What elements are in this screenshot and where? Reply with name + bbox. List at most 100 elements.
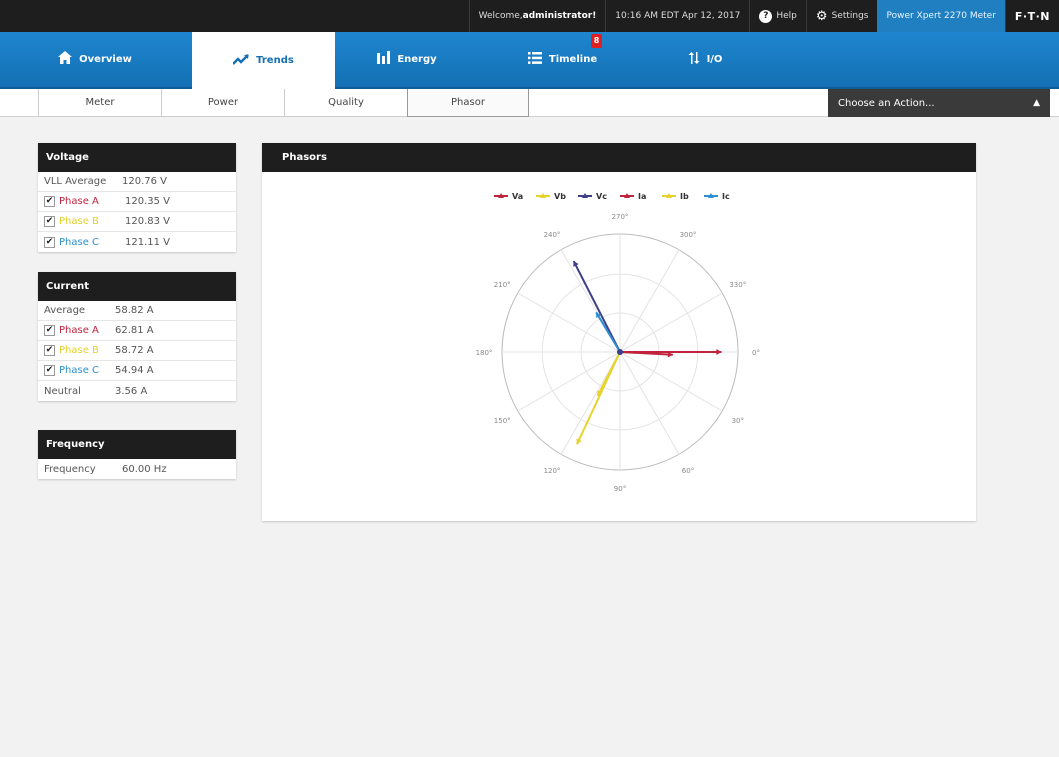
up-down-arrows-icon — [688, 51, 700, 68]
voltage-phase-a-checkbox[interactable]: ✔ — [44, 196, 55, 207]
current-panel: Current Average 58.82 A ✔ Phase A 62.81 … — [38, 272, 236, 401]
top-bar: Welcome, administrator! 10:16 AM EDT Apr… — [0, 0, 1059, 32]
nav-trends[interactable]: Trends — [192, 32, 335, 89]
voltage-title: Voltage — [38, 143, 236, 172]
current-title: Current — [38, 272, 236, 301]
phasors-title: Phasors — [262, 143, 976, 172]
tab-power[interactable]: Power — [161, 89, 285, 117]
legend-item-vc[interactable]: Vc — [578, 192, 607, 201]
angle-tick-label: 300° — [680, 231, 697, 239]
voltage-phase-c-row: ✔ Phase C 121.11 V — [38, 232, 236, 252]
device-name[interactable]: Power Xpert 2270 Meter — [877, 0, 1005, 32]
voltage-phase-a-row: ✔ Phase A 120.35 V — [38, 192, 236, 212]
settings-link[interactable]: ⚙ Settings — [805, 0, 878, 32]
sub-nav: Meter Power Quality Phasor Choose an Act… — [0, 89, 1059, 117]
voltage-panel: Voltage VLL Average 120.76 V ✔ Phase A 1… — [38, 143, 236, 252]
question-circle-icon: ? — [759, 9, 773, 23]
legend-label: Ib — [680, 192, 689, 201]
angle-tick-label: 150° — [494, 417, 511, 425]
current-phase-b-value: 58.72 A — [115, 345, 154, 356]
legend-item-va[interactable]: Va — [494, 192, 523, 201]
current-neutral-label: Neutral — [44, 385, 81, 397]
frequency-title: Frequency — [38, 430, 236, 459]
select-caret-icon: ▲ — [1033, 98, 1040, 108]
tab-meter[interactable]: Meter — [38, 89, 162, 117]
nav-overview-label: Overview — [79, 54, 132, 65]
welcome-text: Welcome, administrator! — [468, 0, 606, 32]
angle-tick-label: 180° — [476, 349, 493, 357]
timeline-badge: 8 — [591, 34, 602, 48]
phasor-chart: 0° 30° 60° 90° 120° 150° 180° 210° 240° 270° 300° 3… — [476, 192, 760, 493]
legend-label: Ia — [638, 192, 646, 201]
current-average-row: Average 58.82 A — [38, 301, 236, 321]
tab-quality[interactable]: Quality — [284, 89, 408, 117]
action-select[interactable]: Choose an Action... ▲ — [828, 89, 1050, 117]
nav-timeline[interactable]: Timeline 8 — [500, 32, 625, 87]
frequency-value: 60.00 Hz — [122, 463, 167, 475]
current-phase-a-label: Phase A — [59, 325, 99, 336]
legend-label: Vc — [596, 192, 607, 201]
legend-item-vb[interactable]: Vb — [536, 192, 566, 201]
legend-item-ic[interactable]: Ic — [704, 192, 730, 201]
frequency-label: Frequency — [44, 463, 96, 475]
list-icon — [527, 51, 542, 68]
phasor-va-arrowhead — [716, 349, 722, 355]
polar-spoke — [619, 351, 723, 412]
legend-item-ib[interactable]: Ib — [662, 192, 689, 201]
settings-label: Settings — [831, 11, 869, 21]
angle-tick-label: 0° — [752, 349, 760, 357]
help-link[interactable]: ? Help — [749, 0, 806, 32]
voltage-average-row: VLL Average 120.76 V — [38, 172, 236, 192]
brand-logo: F·T·N — [1004, 0, 1059, 32]
angle-tick-label: 330° — [729, 281, 746, 289]
gear-icon: ⚙ — [815, 8, 828, 24]
polar-spoke — [619, 351, 680, 455]
angle-tick-label: 240° — [544, 231, 561, 239]
voltage-phase-a-label: Phase A — [59, 196, 99, 207]
current-phase-c-value: 54.94 A — [115, 365, 154, 376]
polar-spoke — [619, 249, 680, 353]
nav-trends-label: Trends — [256, 55, 294, 66]
nav-energy-label: Energy — [397, 54, 437, 65]
current-phase-a-value: 62.81 A — [115, 325, 154, 336]
voltage-average-label: VLL Average — [44, 176, 107, 187]
phasor-ic — [595, 311, 621, 353]
legend-label: Va — [512, 192, 523, 201]
trend-line-icon — [232, 53, 250, 69]
legend-label: Vb — [554, 192, 566, 201]
voltage-phase-b-value: 120.83 V — [125, 216, 171, 227]
voltage-phase-b-checkbox[interactable]: ✔ — [44, 216, 55, 227]
username: administrator! — [522, 11, 597, 21]
angle-tick-label: 60° — [682, 467, 694, 475]
voltage-phase-c-checkbox[interactable]: ✔ — [44, 236, 55, 248]
help-label: Help — [776, 11, 797, 21]
current-phase-c-checkbox[interactable]: ✔ — [44, 365, 55, 376]
voltage-average-value: 120.76 V — [122, 176, 168, 187]
current-phase-a-checkbox[interactable]: ✔ — [44, 325, 55, 336]
legend-label: Ic — [722, 192, 730, 201]
legend-item-ia[interactable]: Ia — [620, 192, 646, 201]
angle-tick-label: 210° — [494, 281, 511, 289]
angle-tick-label: 90° — [614, 485, 626, 493]
tab-phasor[interactable]: Phasor — [407, 89, 529, 117]
angle-tick-label: 270° — [612, 213, 629, 221]
nav-energy[interactable]: Energy — [352, 32, 462, 87]
voltage-phase-c-label: Phase C — [59, 236, 100, 248]
nav-timeline-label: Timeline — [548, 54, 598, 65]
phasor-origin — [617, 349, 623, 355]
current-neutral-value: 3.56 A — [115, 385, 148, 397]
voltage-phase-b-row: ✔ Phase B 120.83 V — [38, 212, 236, 232]
current-neutral-row: Neutral 3.56 A — [38, 381, 236, 401]
current-phase-b-checkbox[interactable]: ✔ — [44, 345, 55, 356]
angle-tick-label: 120° — [544, 467, 561, 475]
phasors-panel: Phasors 0° 30° 60° 90° 120° 150° 180° 210° 240° 2… — [262, 143, 976, 521]
voltage-phase-a-value: 120.35 V — [125, 196, 171, 207]
current-phase-c-label: Phase C — [59, 365, 100, 376]
current-average-value: 58.82 A — [115, 305, 154, 316]
home-icon — [58, 51, 73, 68]
voltage-phase-c-value: 121.11 V — [125, 236, 171, 248]
angle-tick-label: 30° — [732, 417, 744, 425]
nav-overview[interactable]: Overview — [40, 32, 150, 87]
current-average-label: Average — [44, 305, 86, 316]
nav-io[interactable]: I/O — [650, 32, 760, 87]
